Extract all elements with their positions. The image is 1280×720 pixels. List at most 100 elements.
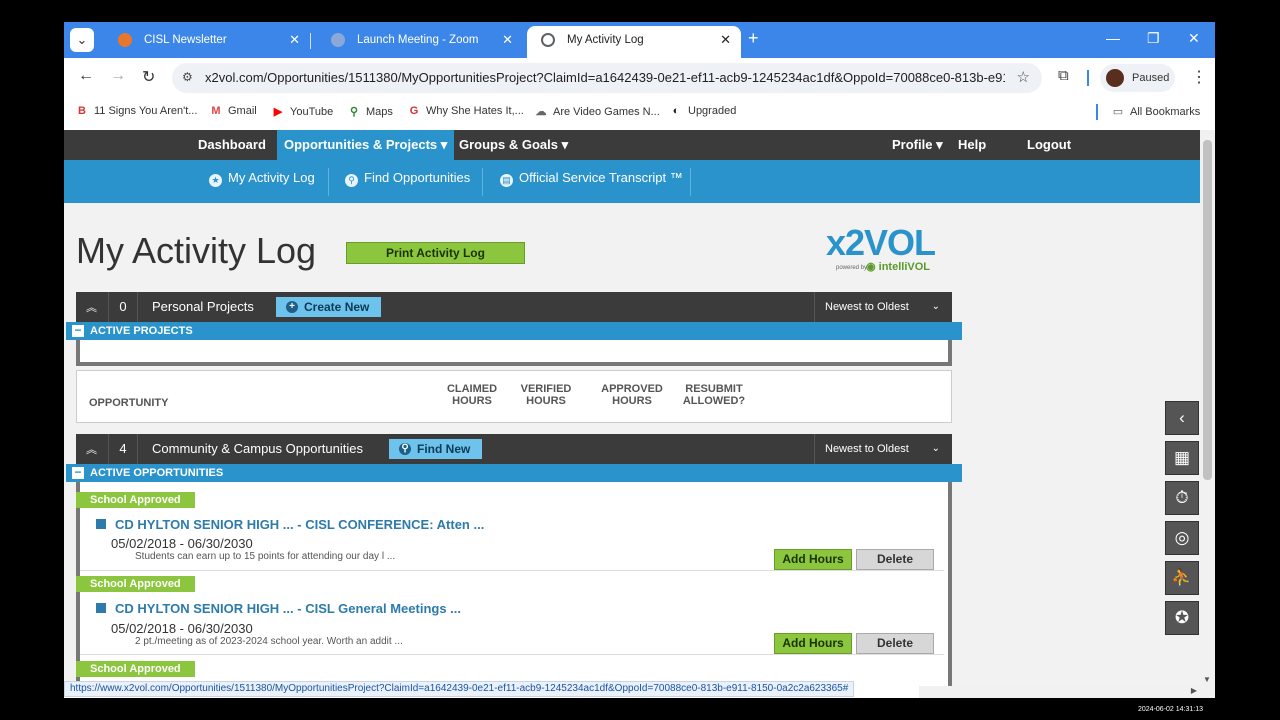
th-opportunity: OPPORTUNITY [89, 397, 169, 409]
url-text[interactable]: x2vol.com/Opportunities/1511380/MyOpport… [205, 70, 1005, 85]
bookmark-youtube[interactable]: ▶ YouTube [272, 105, 333, 118]
profile-button[interactable]: Paused [1100, 64, 1175, 92]
site-info-icon[interactable]: ⚙ [182, 70, 193, 84]
newsletter-favicon-icon [118, 33, 132, 47]
close-tab-icon[interactable]: ✕ [289, 26, 300, 54]
minimize-icon[interactable]: — [1106, 30, 1120, 46]
print-activity-log-button[interactable]: Print Activity Log [346, 242, 525, 264]
back-arrow-icon[interactable]: ← [78, 67, 94, 85]
document-icon: ▤ [500, 174, 513, 187]
caret-down-icon: ▾ [440, 137, 448, 152]
nav-profile[interactable]: Profile ▾ [885, 130, 950, 160]
bookmark-gmail[interactable]: M Gmail [210, 105, 256, 117]
chevron-left-icon[interactable]: ‹ [1165, 401, 1199, 435]
find-new-button[interactable]: ⚲ Find New [389, 439, 483, 459]
opportunity-desc: Students can earn up to 15 points for at… [135, 551, 396, 562]
section-title: Community & Campus Opportunities [152, 441, 363, 456]
minus-icon[interactable]: − [72, 466, 84, 479]
close-tab-icon[interactable]: ✕ [502, 26, 513, 54]
nav-dashboard[interactable]: Dashboard [191, 130, 273, 160]
create-new-button[interactable]: + Create New [276, 297, 382, 317]
search-icon: ⚲ [399, 443, 411, 455]
community-count: 4 [108, 434, 138, 464]
minus-icon[interactable]: − [72, 324, 84, 337]
all-bookmarks[interactable]: ▭ All Bookmarks [1112, 105, 1201, 118]
personal-projects-header: ︽ 0 Personal Projects + Create New Newest… [76, 292, 952, 322]
tab-search-button[interactable]: ⌄ [70, 28, 94, 52]
star-icon: ★ [209, 174, 222, 187]
section-title: Personal Projects [152, 299, 254, 314]
subnav-find[interactable]: ⚲ Find Opportunities [345, 170, 470, 187]
address-bar[interactable]: ⚙ x2vol.com/Opportunities/1511380/MyOppo… [172, 63, 1042, 93]
active-opportunities-bar[interactable]: − ACTIVE OPPORTUNITIES [66, 464, 962, 482]
target-icon[interactable]: ◎ [1165, 521, 1199, 555]
tab-activity-log[interactable]: My Activity Log ✕ [527, 26, 741, 58]
intellivol-swirl-icon: ◉ [866, 261, 879, 273]
delete-button[interactable]: Delete [856, 633, 934, 654]
tab-zoom[interactable]: Launch Meeting - Zoom ✕ [317, 26, 523, 58]
bookmark-maps[interactable]: ⚲ Maps [348, 105, 393, 118]
restore-icon[interactable]: ❐ [1147, 30, 1160, 47]
bookmark-star-icon[interactable]: ☆ [1017, 68, 1030, 86]
gmail-icon: M [211, 105, 221, 117]
bookmark-item[interactable]: B 11 Signs You Aren't... [76, 105, 197, 117]
opportunities-panel [76, 482, 952, 686]
page-title: My Activity Log [76, 230, 317, 271]
vertical-scrollbar[interactable]: ▼ [1200, 130, 1215, 686]
active-projects-bar[interactable]: − ACTIVE PROJECTS [66, 322, 962, 340]
tab-strip: ⌄ CISL Newsletter ✕ Launch Meeting - Zoo… [64, 22, 1215, 58]
bookmark-upgraded[interactable]: ◐ Upgraded [670, 105, 737, 117]
add-hours-button[interactable]: Add Hours [774, 549, 852, 570]
bookmarks-bar: B 11 Signs You Aren't... M Gmail ▶ YouTube … [64, 98, 1215, 126]
opportunity-title[interactable]: CD HYLTON SENIOR HIGH ... - CISL General… [96, 601, 461, 616]
th-claimed: CLAIMED HOURS [446, 383, 498, 407]
bookmark-item[interactable]: G Why She Hates It,... [408, 105, 524, 117]
new-tab-button[interactable]: + [748, 28, 759, 49]
th-verified: VERIFIED HOURS [520, 383, 572, 407]
browser-window: ⌄ CISL Newsletter ✕ Launch Meeting - Zoo… [64, 22, 1215, 698]
th-approved: APPROVED HOURS [601, 383, 663, 407]
subnav-activity-log[interactable]: ★ My Activity Log [209, 170, 315, 187]
nav-logout[interactable]: Logout [1020, 130, 1078, 160]
nav-opportunities[interactable]: Opportunities & Projects ▾ [277, 130, 455, 160]
nav-help[interactable]: Help [951, 130, 993, 160]
close-window-icon[interactable]: ✕ [1188, 30, 1200, 47]
close-tab-icon[interactable]: ✕ [720, 26, 731, 54]
row-divider [80, 654, 944, 655]
folder-icon: ▭ [1112, 106, 1124, 118]
reload-icon[interactable]: ↻ [142, 67, 155, 87]
add-hours-button[interactable]: Add Hours [774, 633, 852, 654]
search-icon: ⚲ [345, 174, 358, 187]
expand-square-icon[interactable] [96, 603, 106, 613]
row-divider [80, 570, 944, 571]
logo-wordmark: x2VOL [826, 222, 936, 263]
collapse-chevrons-icon[interactable]: ︽ [86, 299, 97, 315]
runner-icon[interactable]: ⛹ [1165, 561, 1199, 595]
sort-dropdown[interactable]: Newest to Oldest ⌄ [814, 292, 952, 322]
scroll-thumb[interactable] [1203, 140, 1212, 480]
subnav-transcript[interactable]: ▤ Official Service Transcript ™ [500, 170, 683, 187]
subnav-divider [328, 168, 329, 196]
avatar [1106, 69, 1124, 87]
award-ribbon-icon[interactable]: ✪ [1165, 601, 1199, 635]
sort-dropdown[interactable]: Newest to Oldest ⌄ [814, 434, 952, 464]
main-nav: Dashboard Opportunities & Projects ▾ Gro… [64, 130, 1200, 160]
horizontal-scrollbar[interactable]: ▶ [919, 686, 1215, 698]
tab-cisl-newsletter[interactable]: CISL Newsletter ✕ [104, 26, 310, 58]
menu-dots-icon[interactable]: ⋮ [1191, 67, 1207, 87]
chevron-down-icon: ⌄ [931, 301, 940, 312]
status-badge: School Approved [76, 576, 195, 592]
calendar-icon[interactable]: ▦ [1165, 441, 1199, 475]
scroll-right-arrow-icon[interactable]: ▶ [1191, 686, 1197, 695]
expand-square-icon[interactable] [96, 519, 106, 529]
stopwatch-icon[interactable]: ⏱ [1165, 481, 1199, 515]
bookmark-item[interactable]: ☁ Are Video Games N... [535, 105, 660, 118]
delete-button[interactable]: Delete [856, 549, 934, 570]
collapse-chevrons-icon[interactable]: ︽ [86, 441, 97, 457]
opportunity-title[interactable]: CD HYLTON SENIOR HIGH ... - CISL CONFERE… [96, 517, 484, 532]
extensions-puzzle-icon[interactable]: ⧉ [1058, 67, 1069, 84]
scroll-down-arrow-icon[interactable]: ▼ [1203, 675, 1211, 684]
forward-arrow-icon[interactable]: → [110, 67, 126, 85]
goodreads-icon: G [409, 105, 419, 117]
nav-groups[interactable]: Groups & Goals ▾ [452, 130, 575, 160]
